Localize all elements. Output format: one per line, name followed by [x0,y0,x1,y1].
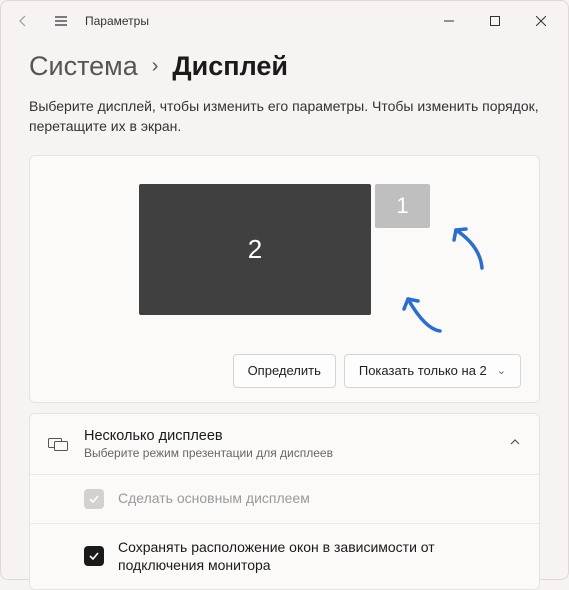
breadcrumb-current: Дисплей [172,51,288,82]
identify-button[interactable]: Определить [233,354,336,388]
checkbox-make-main [84,489,104,509]
section-title: Несколько дисплеев [84,428,493,444]
display-arrangement-card: 2 1 Определить Показать только на 2⌄ [29,155,540,403]
annotation-arrow-monitor-2 [400,291,450,339]
display-arrangement-area[interactable]: 2 1 [30,156,539,344]
breadcrumb: Система › Дисплей [29,51,540,82]
multiple-displays-icon [48,434,68,454]
display-mode-dropdown[interactable]: Показать только на 2⌄ [344,354,521,388]
back-button[interactable] [5,3,41,39]
multiple-displays-section: Несколько дисплеев Выберите режим презен… [29,413,540,590]
option-label: Сохранять расположение окон в зависимост… [118,538,521,576]
multiple-displays-header[interactable]: Несколько дисплеев Выберите режим презен… [30,414,539,474]
checkbox-remember-locations[interactable] [84,546,104,566]
monitor-2[interactable]: 2 [139,184,371,315]
option-label: Сделать основным дисплеем [118,489,310,508]
titlebar: Параметры [1,1,568,41]
option-remember-window-locations[interactable]: Сохранять расположение окон в зависимост… [30,523,539,590]
chevron-up-icon [509,436,521,451]
monitor-1[interactable]: 1 [375,184,430,228]
hamburger-icon[interactable] [43,3,79,39]
close-button[interactable] [518,5,564,37]
window-title: Параметры [85,14,149,28]
option-make-main-display: Сделать основным дисплеем [30,475,539,523]
breadcrumb-parent[interactable]: Система [29,51,138,82]
chevron-down-icon: ⌄ [497,364,506,377]
maximize-button[interactable] [472,5,518,37]
minimize-button[interactable] [426,5,472,37]
section-subtitle: Выберите режим презентации для дисплеев [84,446,493,460]
chevron-right-icon: › [152,55,159,78]
page-subtitle: Выберите дисплей, чтобы изменить его пар… [29,96,540,137]
annotation-arrow-monitor-1 [448,224,492,274]
